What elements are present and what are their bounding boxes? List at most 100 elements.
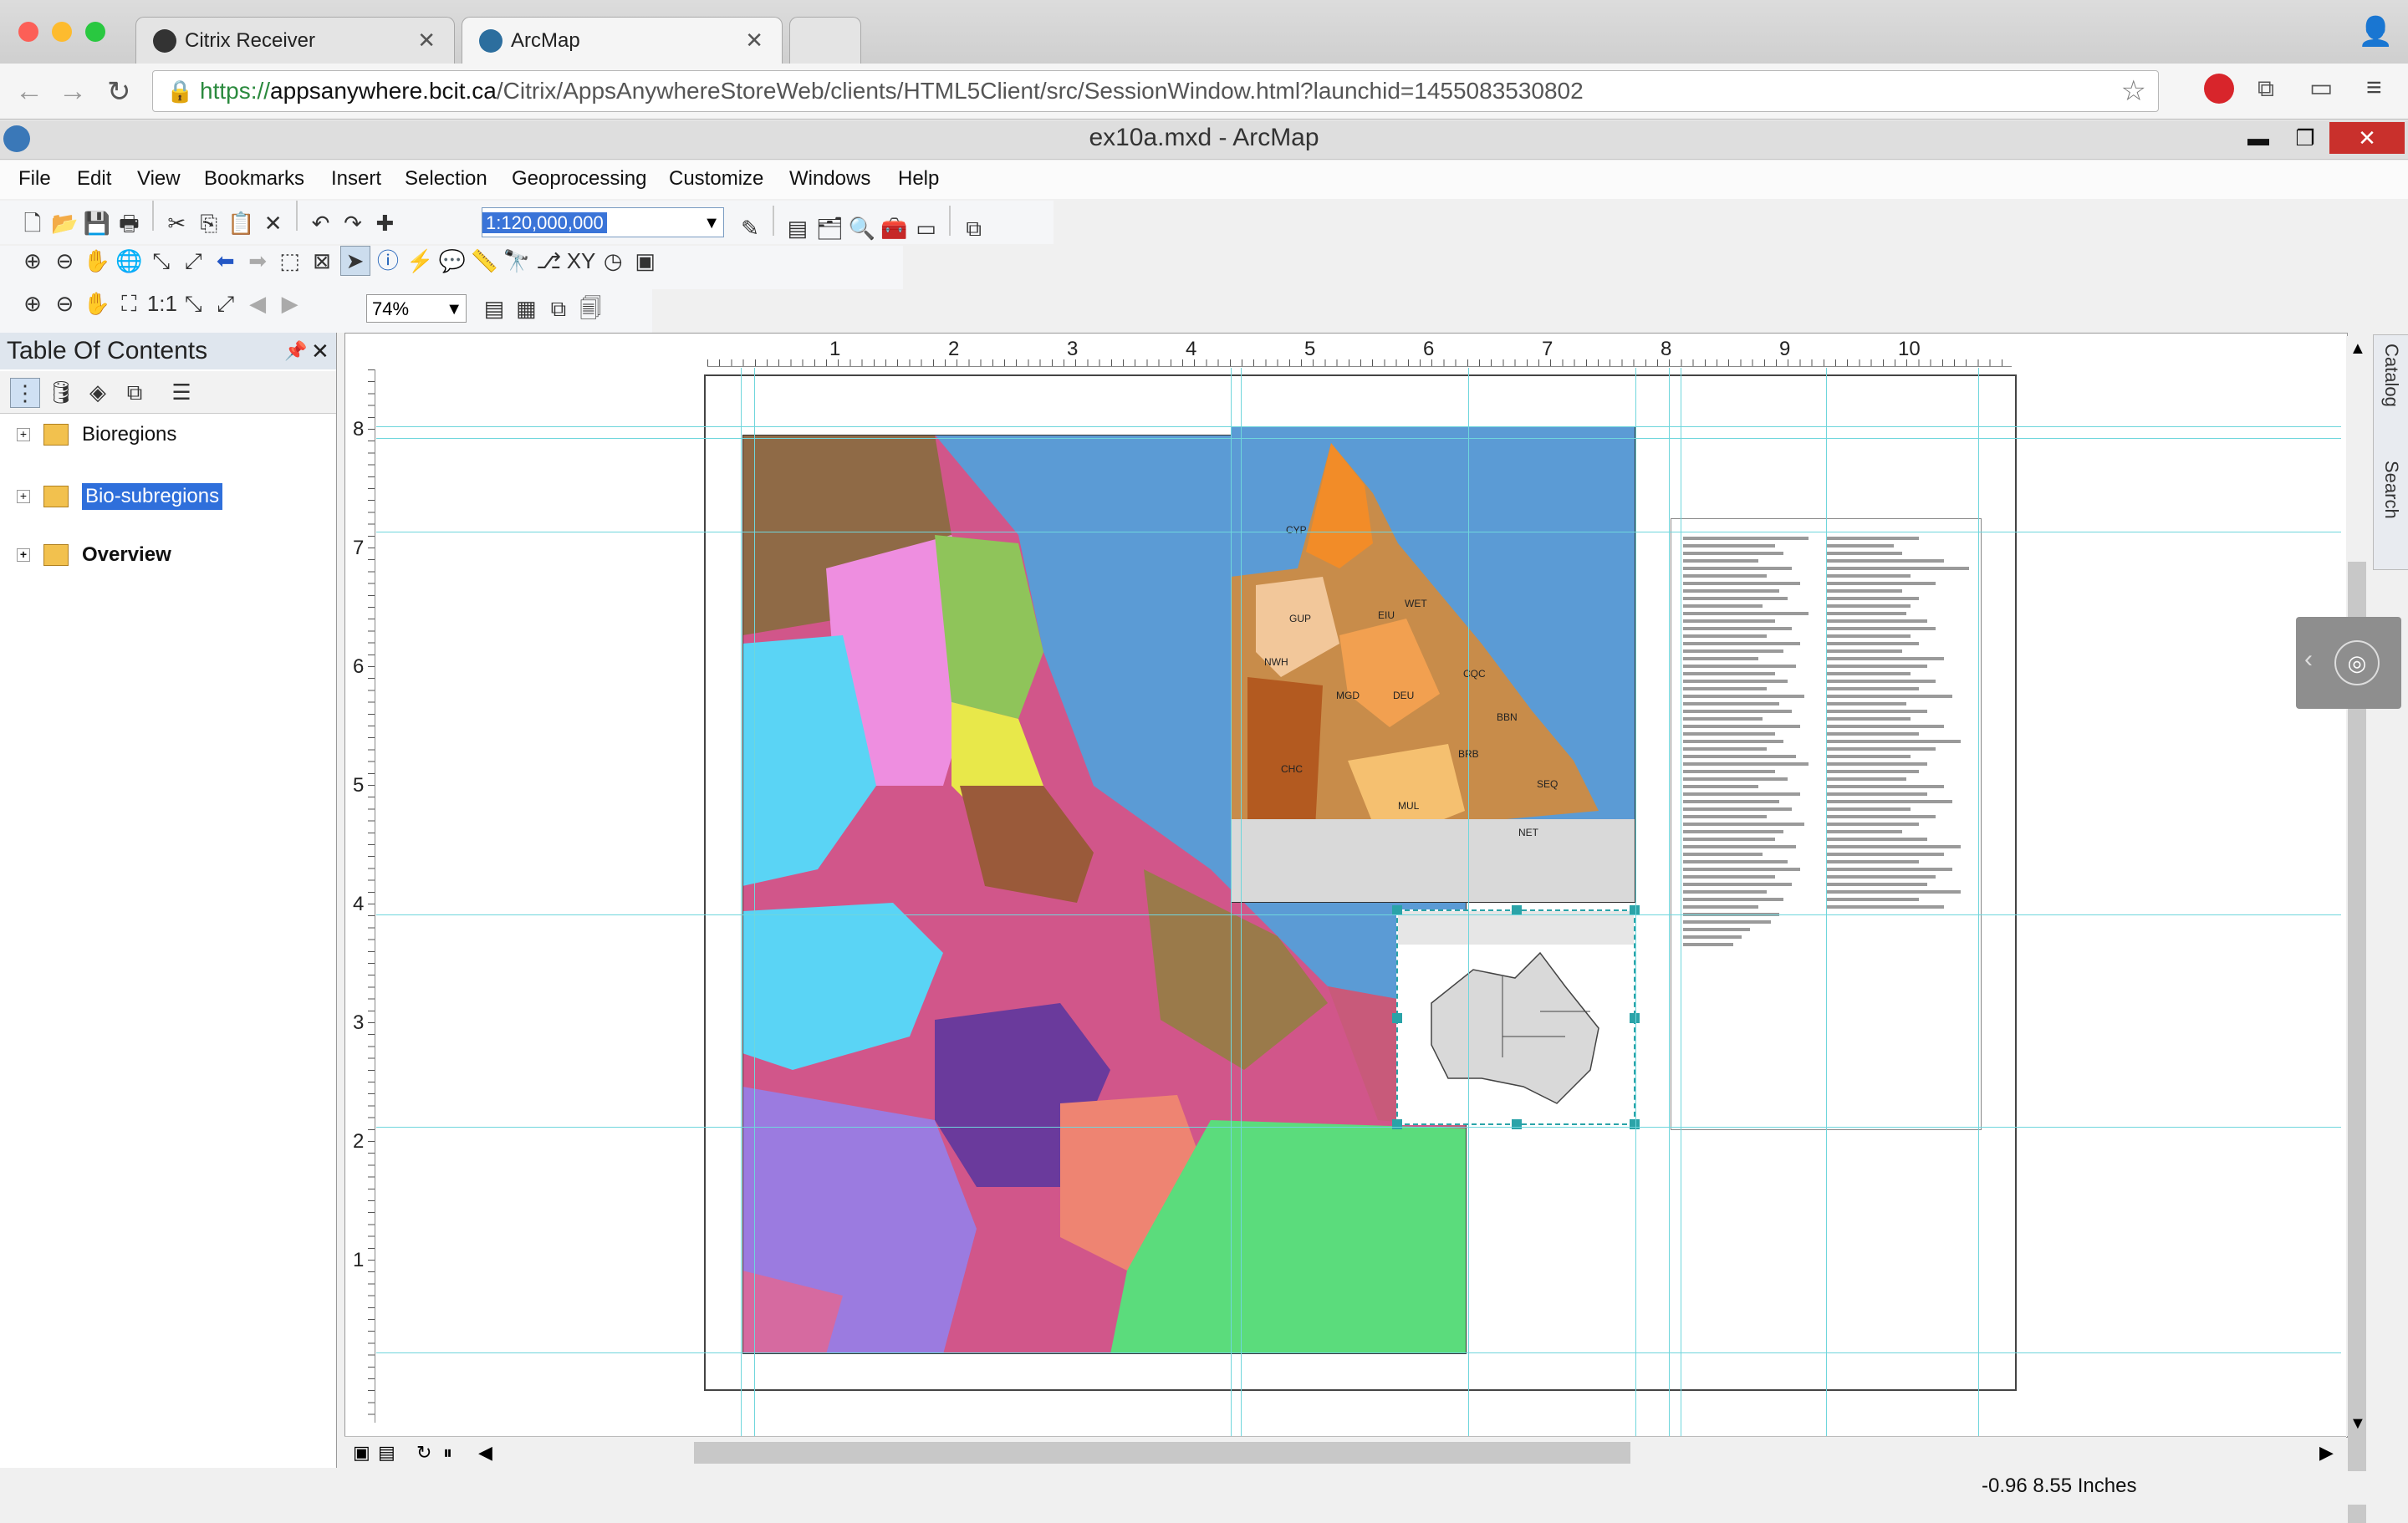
- list-by-drawing-order-icon[interactable]: ⋮: [10, 378, 40, 408]
- toc-layer-overview[interactable]: + Overview: [17, 543, 171, 567]
- arcmap-app-icon[interactable]: [3, 125, 30, 152]
- reload-icon[interactable]: ↻: [107, 75, 131, 109]
- selection-handle[interactable]: [1392, 1013, 1402, 1023]
- print-icon[interactable]: 🖶: [115, 209, 143, 237]
- bioregions-inset-map[interactable]: CYP GUP EIU WET NWH MGD DEU CQC BBN CHC …: [1231, 426, 1635, 903]
- extension-icon[interactable]: ⧉: [2258, 75, 2274, 103]
- layout-pan-icon[interactable]: ✋: [83, 289, 111, 318]
- new-document-icon[interactable]: 🗋: [18, 209, 47, 237]
- data-view-button[interactable]: ▣: [353, 1442, 370, 1464]
- opera-extension-icon[interactable]: [2204, 74, 2234, 104]
- html-popup-icon[interactable]: 💬: [438, 247, 467, 275]
- close-button[interactable]: ✕: [2329, 122, 2405, 154]
- horizontal-scrollbar[interactable]: ▣ ▤ ↻ ⏸ ◀ ▶: [344, 1436, 2346, 1470]
- expand-icon[interactable]: +: [17, 428, 30, 441]
- expand-icon[interactable]: +: [17, 490, 30, 503]
- overview-data-frame[interactable]: [1392, 905, 1640, 1129]
- catalog-tab[interactable]: Catalog: [2380, 344, 2402, 407]
- zoom-out-icon[interactable]: ⊖: [50, 247, 79, 275]
- selection-handle[interactable]: [1630, 1119, 1640, 1129]
- cut-icon[interactable]: ✂: [162, 209, 191, 237]
- add-data-icon[interactable]: ✚: [370, 209, 399, 237]
- menu-insert[interactable]: Insert: [331, 167, 381, 191]
- search-window-icon[interactable]: 🔍: [848, 214, 876, 242]
- layout-guide[interactable]: [376, 1352, 2341, 1353]
- fixed-zoom-in-layout-icon[interactable]: ⤡: [179, 289, 207, 318]
- close-panel-icon[interactable]: ✕: [311, 333, 329, 369]
- selection-handle[interactable]: [1392, 1119, 1402, 1129]
- chrome-menu-icon[interactable]: ≡: [2366, 72, 2382, 103]
- layout-guide[interactable]: [376, 914, 2341, 915]
- refresh-icon[interactable]: ↻: [416, 1442, 431, 1464]
- fixed-zoom-out-icon[interactable]: ⤢: [179, 247, 207, 275]
- scroll-left-icon[interactable]: ◀: [478, 1442, 492, 1464]
- expand-icon[interactable]: +: [17, 548, 30, 562]
- viewer-window-icon[interactable]: ▣: [631, 247, 660, 275]
- chevron-left-icon[interactable]: ‹: [2304, 645, 2313, 674]
- close-window-dot[interactable]: [18, 22, 38, 42]
- select-features-icon[interactable]: ⬚: [276, 247, 304, 275]
- data-driven-pages-icon[interactable]: 🗐: [576, 294, 605, 323]
- hyperlink-icon[interactable]: ⚡: [406, 247, 434, 275]
- delete-icon[interactable]: ✕: [259, 209, 288, 237]
- layout-zoom-in-icon[interactable]: ⊕: [18, 289, 47, 318]
- scrollbar-thumb[interactable]: [694, 1442, 1630, 1464]
- options-icon[interactable]: ☰: [167, 378, 196, 406]
- list-by-source-icon[interactable]: 🛢: [47, 378, 75, 406]
- menu-file[interactable]: File: [18, 167, 51, 191]
- full-extent-icon[interactable]: 🌐: [115, 247, 143, 275]
- fixed-zoom-in-icon[interactable]: ⤡: [147, 247, 176, 275]
- selection-handle[interactable]: [1630, 1013, 1640, 1023]
- restore-button[interactable]: ❐: [2283, 122, 2328, 154]
- go-to-xy-icon[interactable]: XY: [567, 247, 596, 275]
- pause-drawing-icon[interactable]: ⏸: [443, 1442, 452, 1464]
- forward-extent-icon[interactable]: ➡: [243, 247, 272, 275]
- scroll-down-icon[interactable]: ▼: [2349, 1414, 2366, 1434]
- zoom-whole-page-icon[interactable]: ⛶: [115, 289, 143, 318]
- undo-icon[interactable]: ↶: [307, 209, 335, 237]
- toc-layer-bioregions[interactable]: + Bioregions: [17, 423, 176, 446]
- layout-guide[interactable]: [1826, 368, 1827, 1438]
- measure-icon[interactable]: 📏: [470, 247, 498, 275]
- clear-selection-icon[interactable]: ⊠: [308, 247, 336, 275]
- menu-view[interactable]: View: [137, 167, 181, 191]
- user-profile-icon[interactable]: 👤: [2358, 15, 2393, 48]
- focus-data-frame-icon[interactable]: ▦: [512, 294, 540, 323]
- menu-geoprocessing[interactable]: Geoprocessing: [512, 167, 646, 191]
- layout-guide[interactable]: [376, 1127, 2341, 1128]
- horizontal-ruler[interactable]: 1 2 3 4 5 6 7 8 9 10: [707, 338, 2012, 367]
- map-scale-combobox[interactable]: 1:120,000,000 ▼: [482, 207, 724, 237]
- pin-icon[interactable]: 📌: [284, 333, 307, 369]
- citrix-session-icon[interactable]: ◎: [2334, 640, 2380, 685]
- table-of-contents-icon[interactable]: ▤: [783, 214, 812, 242]
- python-window-icon[interactable]: ▭: [912, 214, 941, 242]
- change-layout-icon[interactable]: ⧉: [544, 294, 573, 323]
- cast-icon[interactable]: ▭: [2309, 74, 2333, 103]
- layout-zoom-combobox[interactable]: 74% ▼: [366, 294, 467, 323]
- menu-customize[interactable]: Customize: [669, 167, 763, 191]
- save-icon[interactable]: 💾: [83, 209, 111, 237]
- search-tab[interactable]: Search: [2380, 461, 2402, 519]
- tab-arcmap[interactable]: ArcMap ✕: [462, 17, 783, 64]
- open-folder-icon[interactable]: 📂: [50, 209, 79, 237]
- address-bar[interactable]: 🔒 https://appsanywhere.bcit.ca/Citrix/Ap…: [152, 70, 2159, 112]
- layout-guide[interactable]: [376, 438, 2341, 439]
- menu-windows[interactable]: Windows: [789, 167, 870, 191]
- list-by-visibility-icon[interactable]: ◈: [84, 378, 112, 406]
- layout-guide[interactable]: [376, 426, 2341, 427]
- zoom-100-percent-icon[interactable]: 1:1: [147, 289, 177, 318]
- selection-handle[interactable]: [1512, 1119, 1522, 1129]
- previous-extent-icon[interactable]: ◀: [243, 289, 272, 318]
- menu-edit[interactable]: Edit: [77, 167, 111, 191]
- find-route-icon[interactable]: ⎇: [534, 247, 563, 275]
- back-arrow-icon[interactable]: ←: [15, 75, 43, 108]
- chevron-down-icon[interactable]: ▼: [703, 208, 720, 238]
- time-slider-icon[interactable]: ◷: [599, 247, 627, 275]
- select-elements-icon[interactable]: ➤: [339, 246, 370, 276]
- layout-guide[interactable]: [741, 368, 742, 1438]
- bookmark-star-icon[interactable]: ☆: [2121, 71, 2146, 111]
- layout-guide[interactable]: [754, 368, 755, 1438]
- layout-guide[interactable]: [1231, 368, 1232, 1438]
- layout-view-button[interactable]: ▤: [378, 1442, 395, 1464]
- editor-toolbar-icon[interactable]: ✎: [736, 214, 764, 242]
